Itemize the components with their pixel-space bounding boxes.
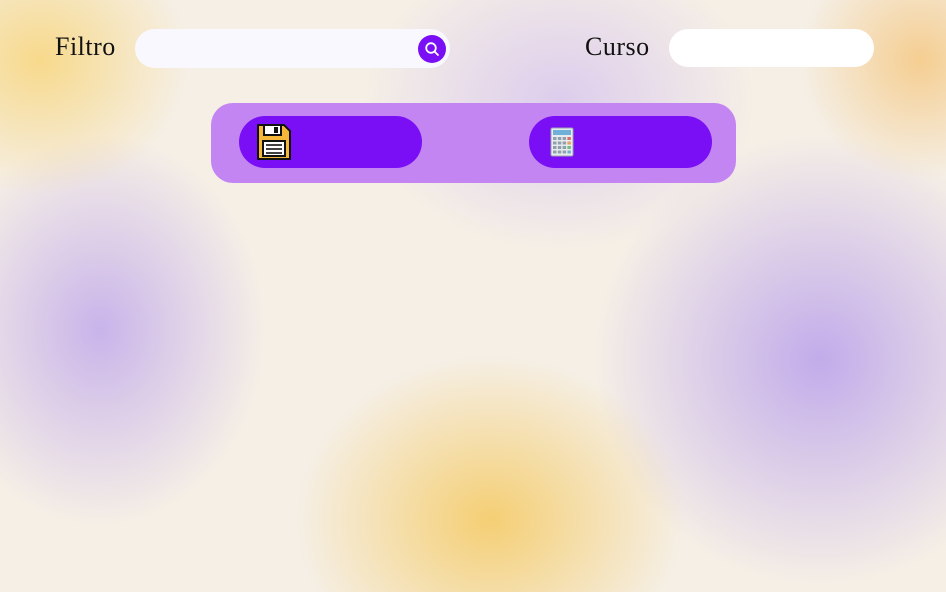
course-input[interactable] — [669, 29, 874, 67]
filter-label: Filtro — [55, 32, 116, 61]
filter-search-box — [135, 29, 450, 68]
filter-input[interactable] — [135, 29, 418, 68]
course-label: Curso — [585, 32, 650, 61]
floppy-disk-icon — [257, 124, 291, 160]
action-toolbar — [211, 103, 736, 183]
course-field-box — [669, 29, 874, 67]
calculator-button[interactable] — [529, 116, 712, 168]
search-icon — [425, 41, 439, 56]
calculator-icon — [550, 127, 574, 157]
search-button[interactable] — [418, 34, 446, 63]
save-button[interactable] — [239, 116, 422, 168]
